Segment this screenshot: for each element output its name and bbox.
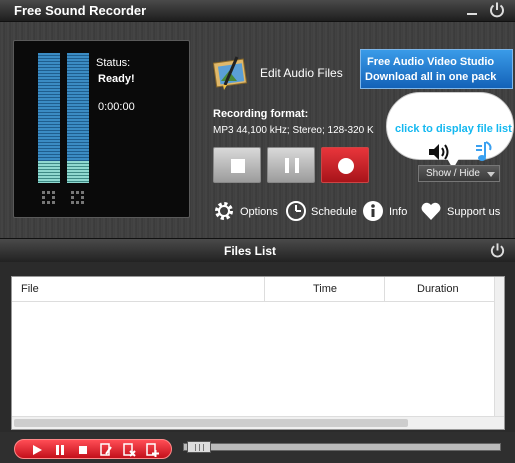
status-value: Ready!	[98, 73, 135, 85]
stop-button[interactable]	[213, 147, 261, 183]
delete-file-icon[interactable]	[121, 442, 137, 458]
horizontal-scroll-thumb[interactable]	[14, 419, 408, 427]
recording-format-value[interactable]: MP3 44,100 kHz; Stereo; 128-320 K	[213, 125, 374, 136]
pause-button[interactable]	[267, 147, 315, 183]
recording-time: 0:00:00	[98, 101, 135, 113]
pause-icon	[285, 158, 289, 173]
left-channel-indicator	[42, 191, 56, 205]
files-list-header: File Time Duration	[12, 277, 496, 302]
play-icon[interactable]	[29, 442, 45, 458]
status-label: Status:	[96, 57, 131, 69]
column-header-duration[interactable]: Duration	[417, 283, 459, 295]
horizontal-scrollbar[interactable]	[12, 416, 504, 429]
power-icon[interactable]	[488, 1, 506, 19]
chevron-down-icon	[487, 172, 495, 177]
left-level-meter	[38, 53, 60, 183]
promo-line-1: Free Audio Video Studio	[367, 56, 495, 68]
clock-icon[interactable]	[285, 200, 307, 222]
record-button[interactable]	[321, 147, 369, 183]
title-bar: Free Sound Recorder	[0, 0, 515, 22]
music-note-icon[interactable]	[474, 141, 494, 163]
stop-small-icon[interactable]	[75, 442, 91, 458]
app-title: Free Sound Recorder	[14, 3, 147, 18]
gear-icon[interactable]	[213, 200, 235, 222]
edit-audio-icon[interactable]	[211, 55, 251, 91]
edit-audio-files-button[interactable]: Edit Audio Files	[260, 66, 343, 80]
heart-icon[interactable]	[420, 200, 442, 222]
seek-bar[interactable]	[183, 443, 501, 451]
seek-thumb[interactable]	[187, 441, 211, 453]
files-list-power-icon[interactable]	[489, 242, 506, 259]
info-icon[interactable]	[362, 200, 384, 222]
right-channel-indicator	[71, 191, 85, 205]
playback-bar	[0, 432, 515, 463]
show-hide-label: Show / Hide	[426, 168, 480, 179]
promo-line-2: Download all in one pack	[365, 71, 497, 83]
file-list-tooltip: click to display file list	[386, 92, 514, 169]
show-hide-dropdown[interactable]: Show / Hide	[418, 165, 500, 182]
tooltip-text: click to display file list	[395, 123, 512, 135]
promo-banner[interactable]: Free Audio Video Studio Download all in …	[360, 49, 513, 89]
level-meter-display: Status: Ready! 0:00:00	[13, 40, 190, 218]
info-button[interactable]: Info	[389, 206, 407, 218]
app-window: Free Sound Recorder Status: Ready! 0:00:…	[0, 0, 515, 463]
files-list-table[interactable]: File Time Duration	[11, 276, 505, 430]
speaker-icon[interactable]	[428, 143, 450, 161]
column-header-file[interactable]: File	[21, 283, 39, 295]
right-level-meter	[67, 53, 89, 183]
stop-icon	[231, 159, 245, 173]
edit-file-icon[interactable]	[98, 442, 114, 458]
column-header-time[interactable]: Time	[313, 283, 337, 295]
support-us-button[interactable]: Support us	[447, 206, 500, 218]
files-list-bar: Files List	[0, 238, 515, 262]
pause-small-icon[interactable]	[52, 442, 68, 458]
vertical-scrollbar[interactable]	[494, 277, 504, 417]
add-file-icon[interactable]	[144, 442, 160, 458]
record-icon	[338, 158, 354, 174]
options-button[interactable]: Options	[240, 206, 278, 218]
files-list-title: Files List	[223, 244, 276, 258]
recording-format-label: Recording format:	[213, 108, 309, 120]
recorder-panel: Status: Ready! 0:00:00 Edit Audio Files …	[0, 22, 515, 238]
minimize-icon[interactable]	[466, 5, 478, 17]
schedule-button[interactable]: Schedule	[311, 206, 357, 218]
playback-controls	[14, 439, 172, 459]
